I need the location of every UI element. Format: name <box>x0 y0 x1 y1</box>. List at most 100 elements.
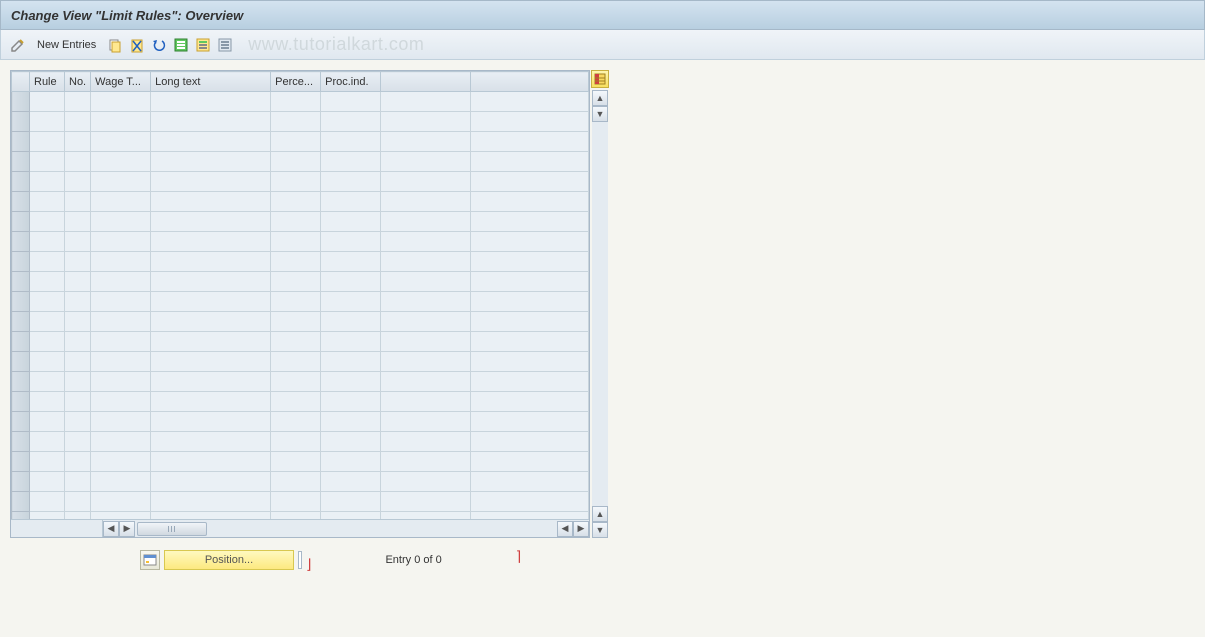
cell[interactable] <box>321 452 381 472</box>
row-selector[interactable] <box>12 412 30 432</box>
cell[interactable] <box>321 252 381 272</box>
cell[interactable] <box>65 332 91 352</box>
row-selector[interactable] <box>12 312 30 332</box>
deselect-icon[interactable] <box>216 36 234 54</box>
cell[interactable] <box>271 252 321 272</box>
row-selector[interactable] <box>12 432 30 452</box>
cell[interactable] <box>271 192 321 212</box>
cell[interactable] <box>321 492 381 512</box>
change-icon[interactable] <box>9 36 27 54</box>
cell[interactable] <box>471 172 589 192</box>
cell[interactable] <box>271 272 321 292</box>
col-header-perce[interactable]: Perce... <box>271 72 321 92</box>
cell[interactable] <box>30 132 65 152</box>
cell[interactable] <box>381 412 471 432</box>
undo-icon[interactable] <box>150 36 168 54</box>
cell[interactable] <box>271 372 321 392</box>
cell[interactable] <box>471 352 589 372</box>
cell[interactable] <box>381 252 471 272</box>
row-selector[interactable] <box>12 172 30 192</box>
cell[interactable] <box>91 252 151 272</box>
scroll-left-end-icon[interactable]: ◀ <box>557 521 573 537</box>
cell[interactable] <box>471 492 589 512</box>
cell[interactable] <box>471 412 589 432</box>
h-scroll-thumb[interactable] <box>137 522 207 536</box>
cell[interactable] <box>151 172 271 192</box>
row-selector[interactable] <box>12 112 30 132</box>
cell[interactable] <box>381 132 471 152</box>
cell[interactable] <box>271 212 321 232</box>
row-selector[interactable] <box>12 232 30 252</box>
cell[interactable] <box>151 192 271 212</box>
cell[interactable] <box>30 452 65 472</box>
cell[interactable] <box>321 472 381 492</box>
scroll-left-icon[interactable]: ◀ <box>103 521 119 537</box>
cell[interactable] <box>151 212 271 232</box>
cell[interactable] <box>271 112 321 132</box>
cell[interactable] <box>91 452 151 472</box>
select-all-icon[interactable] <box>172 36 190 54</box>
col-header-proc[interactable]: Proc.ind. <box>321 72 381 92</box>
row-selector[interactable] <box>12 152 30 172</box>
cell[interactable] <box>91 472 151 492</box>
cell[interactable] <box>30 252 65 272</box>
cell[interactable] <box>30 212 65 232</box>
cell[interactable] <box>321 232 381 252</box>
cell[interactable] <box>65 132 91 152</box>
cell[interactable] <box>151 432 271 452</box>
cell[interactable] <box>30 112 65 132</box>
delete-icon[interactable] <box>128 36 146 54</box>
cell[interactable] <box>91 392 151 412</box>
cell[interactable] <box>471 432 589 452</box>
row-selector[interactable] <box>12 452 30 472</box>
position-icon[interactable] <box>140 550 160 570</box>
copy-icon[interactable] <box>106 36 124 54</box>
cell[interactable] <box>271 492 321 512</box>
cell[interactable] <box>381 112 471 132</box>
cell[interactable] <box>30 272 65 292</box>
cell[interactable] <box>30 292 65 312</box>
cell[interactable] <box>151 232 271 252</box>
cell[interactable] <box>91 152 151 172</box>
cell[interactable] <box>381 292 471 312</box>
cell[interactable] <box>321 412 381 432</box>
cell[interactable] <box>30 392 65 412</box>
position-input[interactable] <box>298 551 302 569</box>
cell[interactable] <box>151 472 271 492</box>
cell[interactable] <box>381 332 471 352</box>
row-selector[interactable] <box>12 372 30 392</box>
cell[interactable] <box>91 112 151 132</box>
cell[interactable] <box>271 392 321 412</box>
cell[interactable] <box>151 352 271 372</box>
col-header-spacer1[interactable] <box>381 72 471 92</box>
cell[interactable] <box>91 492 151 512</box>
cell[interactable] <box>65 192 91 212</box>
cell[interactable] <box>30 92 65 112</box>
cell[interactable] <box>65 232 91 252</box>
scroll-up-icon[interactable]: ▲ <box>592 90 608 106</box>
cell[interactable] <box>381 192 471 212</box>
cell[interactable] <box>30 152 65 172</box>
cell[interactable] <box>471 272 589 292</box>
cell[interactable] <box>151 492 271 512</box>
cell[interactable] <box>381 432 471 452</box>
cell[interactable] <box>151 252 271 272</box>
cell[interactable] <box>30 192 65 212</box>
cell[interactable] <box>381 272 471 292</box>
select-block-icon[interactable] <box>194 36 212 54</box>
cell[interactable] <box>321 212 381 232</box>
cell[interactable] <box>321 392 381 412</box>
cell[interactable] <box>381 232 471 252</box>
cell[interactable] <box>151 292 271 312</box>
col-header-spacer2[interactable] <box>471 72 589 92</box>
cell[interactable] <box>65 432 91 452</box>
cell[interactable] <box>321 192 381 212</box>
cell[interactable] <box>271 332 321 352</box>
cell[interactable] <box>271 472 321 492</box>
cell[interactable] <box>151 92 271 112</box>
new-entries-button[interactable]: New Entries <box>31 39 102 51</box>
cell[interactable] <box>321 132 381 152</box>
cell[interactable] <box>271 292 321 312</box>
cell[interactable] <box>271 312 321 332</box>
cell[interactable] <box>271 412 321 432</box>
